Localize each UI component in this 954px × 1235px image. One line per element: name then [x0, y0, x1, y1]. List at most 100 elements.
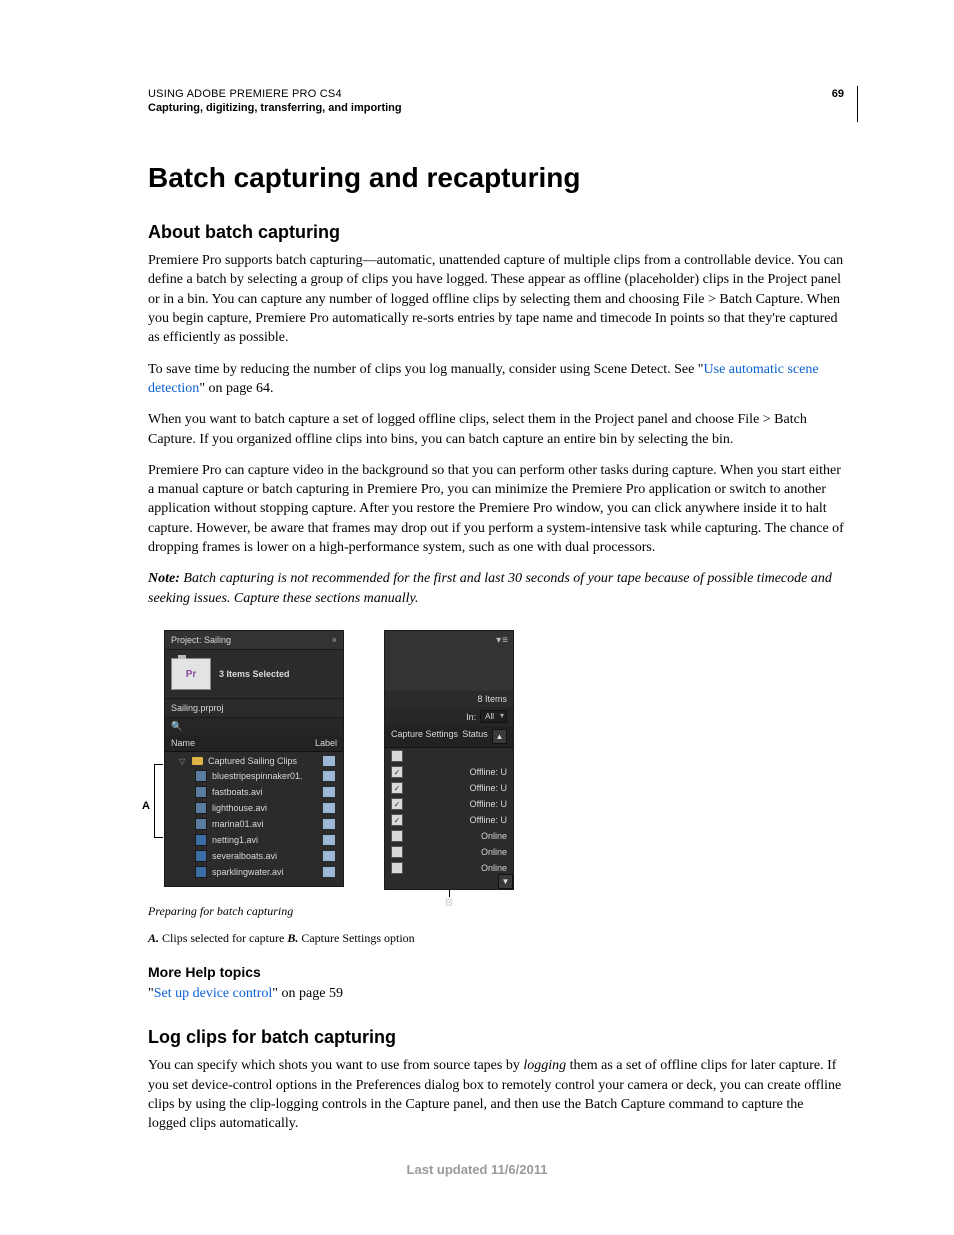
status-text: Online: [481, 863, 507, 873]
label-swatch: [323, 756, 335, 766]
clip-name: sparklingwater.avi: [212, 867, 284, 877]
clip-row[interactable]: netting1.avi: [165, 832, 343, 848]
callout-b: B: [445, 897, 453, 909]
thumbnail-row: Pr 3 Items Selected: [165, 650, 343, 698]
footer-updated: Last updated 11/6/2011: [0, 1162, 954, 1177]
col-status[interactable]: Status: [462, 729, 488, 744]
status-text: Offline: U: [470, 815, 507, 825]
col-label[interactable]: Label: [315, 738, 337, 748]
clip-icon: [195, 802, 207, 814]
checkbox[interactable]: [391, 846, 403, 858]
running-header: USING ADOBE PREMIERE PRO CS4 Capturing, …: [148, 88, 844, 114]
in-label: In:: [466, 712, 476, 722]
key-a: A.: [148, 931, 159, 945]
label-swatch: [323, 819, 335, 829]
in-value: All: [485, 712, 494, 721]
clip-icon: [195, 850, 207, 862]
body-paragraph: To save time by reducing the number of c…: [148, 360, 844, 399]
callout-bracket: [154, 764, 163, 838]
label-swatch: [323, 803, 335, 813]
status-row[interactable]: ✓ Offline: U: [385, 796, 513, 812]
clip-row[interactable]: fastboats.avi: [165, 784, 343, 800]
checkbox[interactable]: [391, 830, 403, 842]
label-swatch: [323, 787, 335, 797]
status-text: Offline: U: [470, 767, 507, 777]
section-about-heading: About batch capturing: [148, 222, 844, 243]
clip-icon: [195, 866, 207, 878]
thumbnail-label: Pr: [186, 669, 197, 680]
close-icon[interactable]: ×: [332, 635, 337, 645]
figure-key: A. Clips selected for capture B. Capture…: [148, 931, 844, 946]
clip-name: lighthouse.avi: [212, 803, 267, 813]
selection-info: 3 Items Selected: [219, 669, 290, 679]
checkbox[interactable]: ✓: [391, 798, 403, 810]
status-text: Offline: U: [470, 799, 507, 809]
scroll-down-icon[interactable]: ▼: [498, 874, 513, 889]
panel-menu-icon[interactable]: ▾≡: [496, 635, 509, 646]
status-row[interactable]: ✓ Offline: U: [385, 812, 513, 828]
figure-caption: Preparing for batch capturing: [148, 904, 844, 919]
col-name[interactable]: Name: [171, 738, 195, 748]
label-swatch: [323, 851, 335, 861]
panel-tab[interactable]: Project: Sailing ×: [165, 631, 343, 650]
note-paragraph: Note: Batch capturing is not recommended…: [148, 569, 844, 608]
clip-name: netting1.avi: [212, 835, 258, 845]
text: " on page 64.: [199, 381, 273, 396]
checkbox[interactable]: ✓: [391, 782, 403, 794]
text: " on page 59: [272, 986, 343, 1001]
status-text: Online: [481, 831, 507, 841]
clip-row[interactable]: lighthouse.avi: [165, 800, 343, 816]
bin-name: Captured Sailing Clips: [208, 756, 297, 766]
disclosure-triangle-icon[interactable]: ▽: [179, 757, 187, 766]
status-rows: ✓ Offline: U ✓ Offline: U ✓ Offline: U ✓ Off…: [385, 748, 513, 876]
clip-icon: [195, 834, 207, 846]
in-dropdown[interactable]: All: [480, 710, 507, 723]
status-text: Offline: U: [470, 783, 507, 793]
body-paragraph: You can specify which shots you want to …: [148, 1056, 844, 1133]
clip-row[interactable]: sparklingwater.avi: [165, 864, 343, 880]
project-file-row[interactable]: Sailing.prproj: [165, 698, 343, 718]
clip-row[interactable]: marina01.avi: [165, 816, 343, 832]
checkbox[interactable]: [391, 750, 403, 762]
key-a-text: Clips selected for capture: [159, 931, 287, 945]
column-headers: Capture Settings Status ▲: [385, 726, 513, 748]
label-swatch: [323, 867, 335, 877]
scroll-up-icon[interactable]: ▲: [492, 729, 507, 744]
col-capture-settings[interactable]: Capture Settings: [391, 729, 458, 744]
status-row[interactable]: Online: [385, 844, 513, 860]
checkbox[interactable]: ✓: [391, 814, 403, 826]
key-b-text: Capture Settings option: [298, 931, 414, 945]
doc-title: USING ADOBE PREMIERE PRO CS4: [148, 88, 844, 100]
text: To save time by reducing the number of c…: [148, 362, 704, 377]
status-row[interactable]: Online: [385, 828, 513, 844]
key-b: B.: [287, 931, 298, 945]
section-log-heading: Log clips for batch capturing: [148, 1027, 844, 1048]
more-help-heading: More Help topics: [148, 964, 844, 980]
panel-tab-label: Project: Sailing: [171, 635, 231, 645]
filter-row: In: All: [385, 707, 513, 726]
body-paragraph: Premiere Pro can capture video in the ba…: [148, 461, 844, 558]
page-title: Batch capturing and recapturing: [148, 162, 844, 194]
checkbox[interactable]: ✓: [391, 766, 403, 778]
body-paragraph: When you want to batch capture a set of …: [148, 410, 844, 449]
status-row[interactable]: Online: [385, 860, 513, 876]
project-panel: Project: Sailing × Pr 3 Items Selected S…: [164, 630, 344, 887]
status-row[interactable]: [385, 748, 513, 764]
clip-row[interactable]: severalboats.avi: [165, 848, 343, 864]
column-headers: Name Label: [165, 735, 343, 752]
search-row[interactable]: 🔍: [165, 718, 343, 735]
checkbox[interactable]: [391, 862, 403, 874]
header-rule: [857, 86, 858, 122]
more-help-item: "Set up device control" on page 59: [148, 984, 844, 1003]
bin-row[interactable]: ▽ Captured Sailing Clips: [165, 754, 343, 768]
note-text: Batch capturing is not recommended for t…: [148, 571, 832, 605]
status-row[interactable]: ✓ Offline: U: [385, 764, 513, 780]
callout-a: A: [142, 800, 150, 812]
page: USING ADOBE PREMIERE PRO CS4 Capturing, …: [0, 0, 954, 1235]
link-device-control[interactable]: Set up device control: [154, 986, 273, 1001]
text: You can specify which shots you want to …: [148, 1058, 523, 1073]
status-row[interactable]: ✓ Offline: U: [385, 780, 513, 796]
clip-row[interactable]: bluestripespinnaker01.: [165, 768, 343, 784]
clip-icon: [195, 770, 207, 782]
capture-settings-panel: ▾≡ 8 Items In: All Capture Settings Stat…: [384, 630, 514, 890]
